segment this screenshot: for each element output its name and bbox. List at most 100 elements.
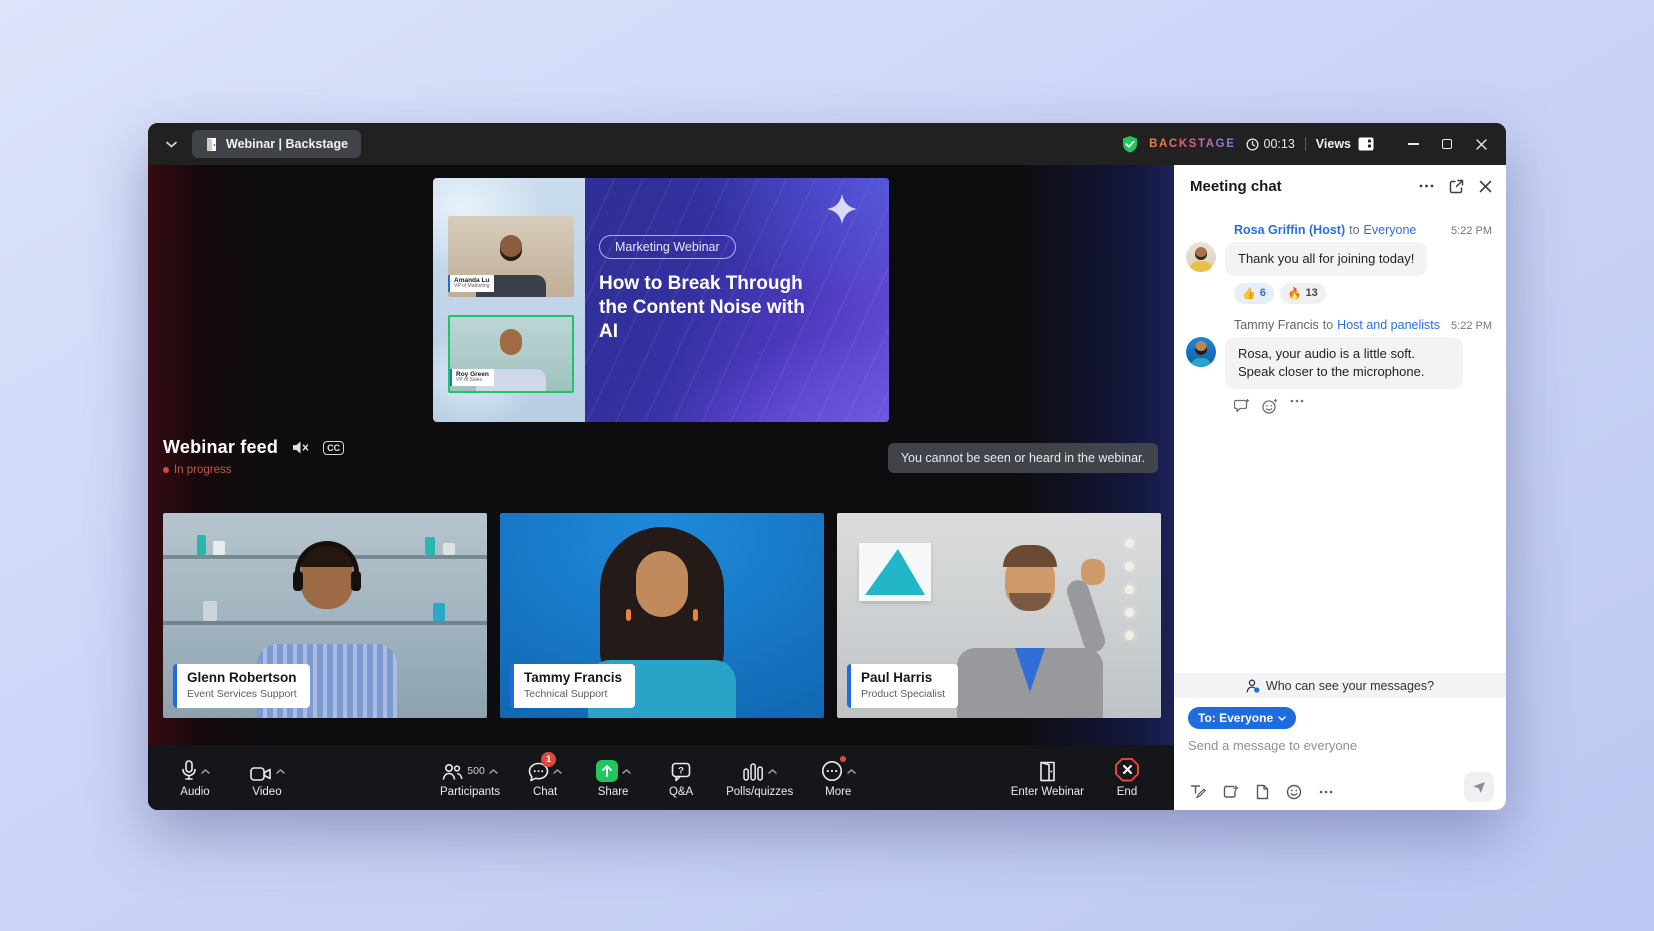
- chevron-up-icon: [553, 769, 562, 774]
- avatar: [1186, 242, 1216, 272]
- status-in-progress: In progress: [163, 464, 344, 476]
- video-tile-tammy[interactable]: Tammy Francis Technical Support: [500, 513, 824, 718]
- slide-heading: How to Break Through the Content Noise w…: [599, 272, 807, 344]
- tab-webinar-backstage[interactable]: Webinar | Backstage: [192, 130, 361, 158]
- clock-icon: [1246, 138, 1259, 151]
- chat-message-list[interactable]: Rosa Griffin (Host) to Everyone 5:22 PM …: [1174, 207, 1506, 673]
- open-in-new-window-icon: [1449, 179, 1464, 194]
- more-horizontal-icon: [1290, 399, 1304, 403]
- message-input[interactable]: Send a message to everyone: [1188, 738, 1492, 753]
- add-reaction-button[interactable]: [1262, 399, 1278, 414]
- speaker-name-tag: Amanda Lu VP of Marketing: [448, 275, 494, 292]
- reaction-fire[interactable]: 🔥 13: [1280, 283, 1326, 304]
- tile-name: Paul Harris: [861, 670, 945, 687]
- window-controls: [1398, 130, 1496, 158]
- compose-toolbar: [1190, 784, 1333, 800]
- video-tile-paul[interactable]: Paul Harris Product Specialist: [837, 513, 1161, 718]
- more-button[interactable]: More: [815, 758, 861, 798]
- qa-button[interactable]: ? Q&A: [658, 758, 704, 798]
- compose-more-button[interactable]: [1319, 790, 1333, 794]
- who-can-see-link[interactable]: Who can see your messages?: [1174, 673, 1506, 698]
- speaker-role: VP of Marketing: [454, 284, 489, 290]
- screen-capture-icon: [1223, 785, 1239, 800]
- maximize-button[interactable]: [1432, 130, 1462, 158]
- message-reactions: 👍 6 🔥 13: [1234, 283, 1492, 304]
- chat-popout-button[interactable]: [1449, 179, 1464, 194]
- end-icon: [1115, 758, 1139, 782]
- chevron-down-icon: [1278, 716, 1286, 721]
- name-plate: Paul Harris Product Specialist: [847, 664, 958, 708]
- chat-close-button[interactable]: [1479, 180, 1492, 193]
- chevron-up-icon: [201, 769, 210, 774]
- chevron-up-icon: [276, 769, 285, 774]
- emoji-button[interactable]: [1286, 784, 1302, 800]
- minimize-icon: [1408, 143, 1419, 145]
- meeting-chat-panel: Meeting chat Rosa Gri: [1174, 165, 1506, 810]
- more-icon: [821, 760, 843, 782]
- feed-row: Webinar feed CC In progress You cannot b…: [163, 437, 1158, 476]
- close-icon: [1479, 180, 1492, 193]
- format-text-button[interactable]: [1190, 784, 1206, 800]
- attach-file-button[interactable]: [1256, 784, 1269, 800]
- reaction-thumbs-up[interactable]: 👍 6: [1234, 283, 1274, 304]
- recipient-selector[interactable]: To: Everyone: [1188, 707, 1296, 729]
- close-window-button[interactable]: [1466, 130, 1496, 158]
- person-privacy-icon: [1246, 679, 1260, 693]
- qa-icon: ?: [671, 762, 691, 782]
- door-enter-icon: [1039, 761, 1056, 782]
- window-menu-chevron[interactable]: [160, 133, 182, 155]
- feed-title: Webinar feed: [163, 437, 278, 458]
- chevron-up-icon: [768, 769, 777, 774]
- closed-captions-button[interactable]: CC: [323, 441, 344, 455]
- message-bubble: Rosa, your audio is a little soft. Speak…: [1225, 337, 1463, 389]
- sparkle-logo-icon: [823, 192, 861, 230]
- end-button[interactable]: End: [1104, 758, 1150, 798]
- timer-value: 00:13: [1264, 137, 1295, 151]
- door-icon: [205, 137, 218, 152]
- send-message-button[interactable]: [1464, 772, 1494, 802]
- chat-button[interactable]: 1 Chat: [522, 758, 568, 798]
- chevron-up-icon: [622, 769, 631, 774]
- message-to-word: to: [1323, 318, 1333, 332]
- name-plate: Glenn Robertson Event Services Support: [173, 664, 310, 708]
- recipient-selector-label: To: Everyone: [1198, 711, 1273, 725]
- audio-button[interactable]: Audio: [172, 758, 218, 798]
- participants-button[interactable]: 500 Participants: [440, 758, 500, 798]
- video-button[interactable]: Video: [244, 758, 290, 798]
- tile-name: Glenn Robertson: [187, 670, 297, 687]
- more-alert-dot: [840, 756, 846, 762]
- polls-button[interactable]: Polls/quizzes: [726, 758, 793, 798]
- emoji-icon: [1286, 784, 1302, 800]
- control-toolbar: Audio Video 500: [148, 745, 1174, 810]
- message-sender: Tammy Francis: [1234, 318, 1319, 332]
- tile-name: Tammy Francis: [524, 670, 622, 687]
- status-dot: [163, 467, 169, 473]
- app-window: Webinar | Backstage BACKSTAGE 00:13 View…: [148, 123, 1506, 810]
- screen-capture-button[interactable]: [1223, 785, 1239, 800]
- message-more-button[interactable]: [1290, 399, 1304, 414]
- backstage-badge: BACKSTAGE: [1149, 138, 1235, 150]
- share-icon: [596, 760, 618, 782]
- views-label: Views: [1316, 137, 1351, 151]
- layout-views-icon: [1358, 137, 1374, 151]
- add-reaction-icon: [1262, 399, 1278, 414]
- send-icon: [1472, 781, 1486, 794]
- message-actions: [1234, 399, 1492, 414]
- speaker-name-tag: Roy Green VP of Sales: [450, 369, 494, 386]
- share-button[interactable]: Share: [590, 758, 636, 798]
- format-text-icon: [1190, 784, 1206, 800]
- chat-more-button[interactable]: [1419, 184, 1434, 188]
- camera-icon: [250, 766, 272, 782]
- polls-bar-chart-icon: [742, 762, 764, 782]
- views-button[interactable]: Views: [1316, 137, 1374, 151]
- video-tile-glenn[interactable]: Glenn Robertson Event Services Support: [163, 513, 487, 718]
- quote-reply-icon: [1234, 399, 1250, 413]
- speaker-muted-icon[interactable]: [292, 440, 309, 455]
- name-plate: Tammy Francis Technical Support: [510, 664, 635, 708]
- panelist-tiles: Glenn Robertson Event Services Support T…: [163, 513, 1161, 718]
- quote-reply-button[interactable]: [1234, 399, 1250, 414]
- message-sender: Rosa Griffin (Host): [1234, 223, 1345, 237]
- minimize-button[interactable]: [1398, 130, 1428, 158]
- more-horizontal-icon: [1419, 184, 1434, 188]
- enter-webinar-button[interactable]: Enter Webinar: [1011, 758, 1084, 798]
